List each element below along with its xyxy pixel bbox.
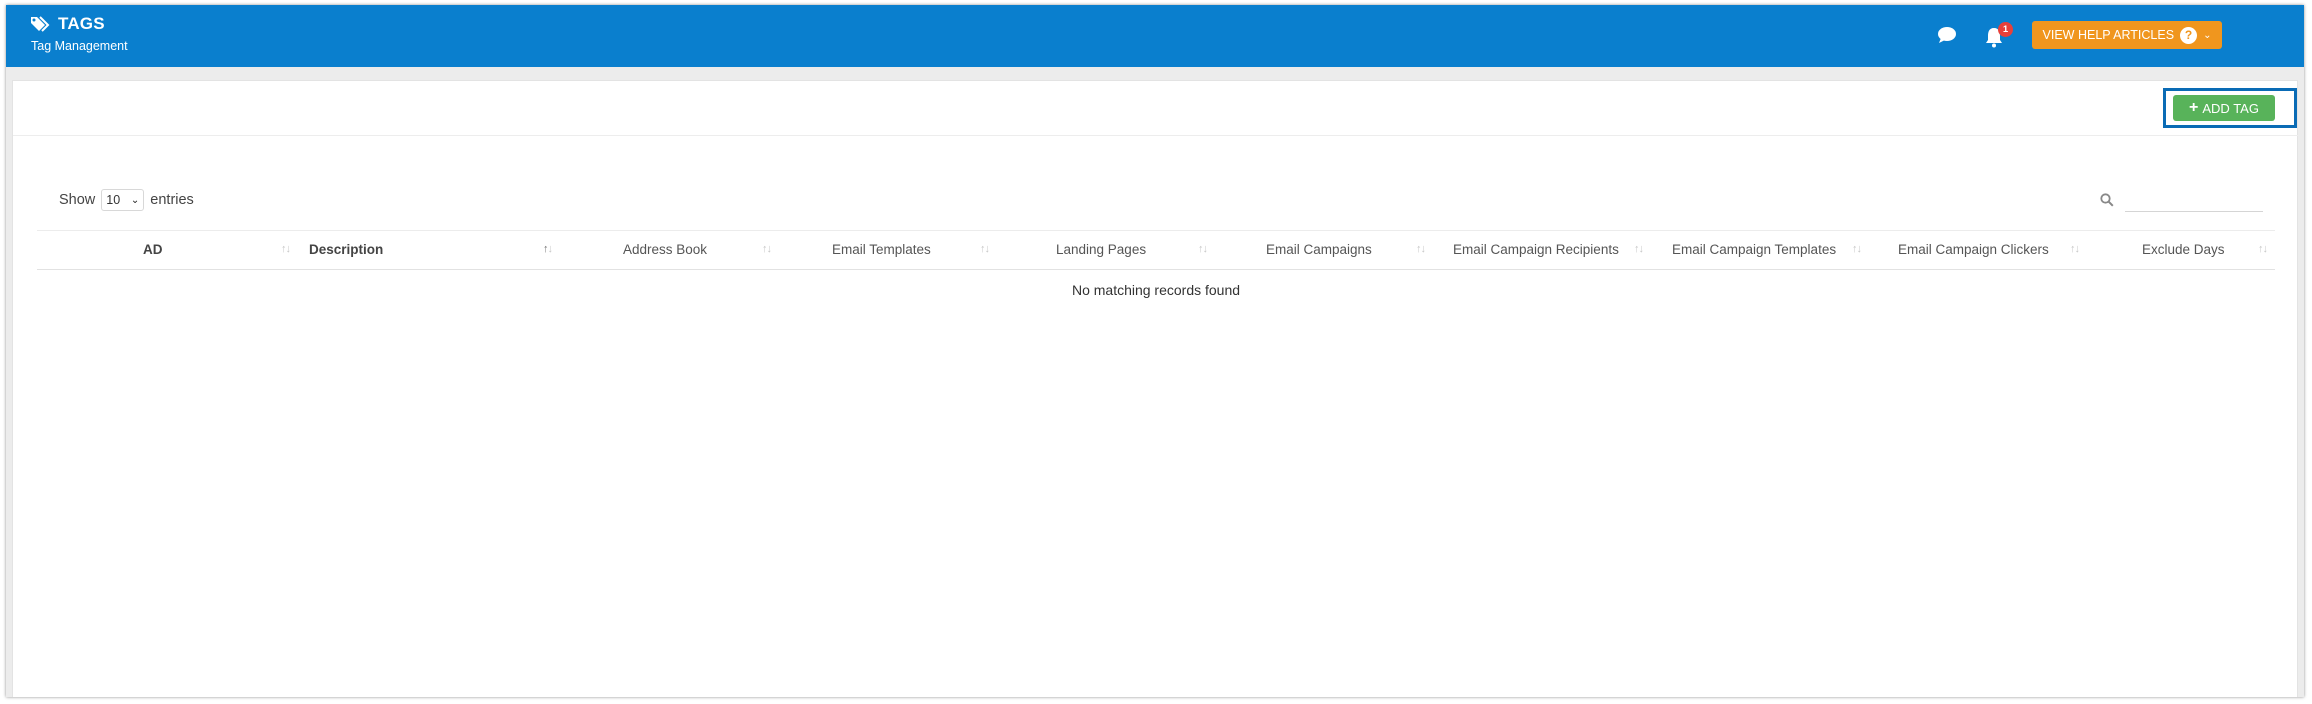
table-search: [2089, 188, 2263, 212]
empty-table-message: No matching records found: [1071, 282, 1241, 298]
column-header-email-campaign-clickers[interactable]: Email Campaign Clickers ↑↓: [1872, 231, 2090, 270]
tags-table: AD ↑↓ Description ↑↓ Address Book ↑↓ Ema…: [37, 230, 2275, 298]
top-header-bar: TAGS Tag Management 1 VIEW HELP ARTICLES…: [6, 5, 2304, 67]
sort-icon: ↑↓: [2070, 243, 2080, 255]
entries-length-control: Show 10 ⌄ entries: [59, 189, 194, 211]
column-header-exclude-days[interactable]: Exclude Days ↑↓: [2090, 231, 2275, 270]
sort-icon: ↑↓: [1198, 243, 1208, 255]
sort-icon: ↑↓: [1416, 243, 1426, 255]
notification-badge: 1: [1998, 22, 2013, 37]
column-header-email-campaign-recipients[interactable]: Email Campaign Recipients ↑↓: [1436, 231, 1654, 270]
chat-bubble-icon[interactable]: [1937, 26, 1957, 49]
plus-icon: +: [2189, 99, 2199, 116]
table-header: AD ↑↓ Description ↑↓ Address Book ↑↓ Ema…: [37, 230, 2275, 270]
view-help-articles-button[interactable]: VIEW HELP ARTICLES ? ⌄: [2032, 21, 2222, 49]
tags-card: + ADD TAG Show 10 ⌄ entries AD ↑↓ Descri…: [12, 80, 2299, 697]
page-subtitle: Tag Management: [31, 39, 128, 53]
entries-per-page-select[interactable]: 10 ⌄: [101, 189, 145, 211]
column-header-email-templates[interactable]: Email Templates ↑↓: [782, 231, 1000, 270]
tags-icon: [30, 15, 52, 33]
add-tag-label: ADD TAG: [2202, 100, 2259, 116]
search-input[interactable]: [2125, 188, 2263, 212]
sort-icon: ↑↓: [980, 243, 990, 255]
show-label: Show: [59, 192, 96, 208]
page-title-row: TAGS: [30, 14, 105, 34]
sort-icon: ↑↓: [762, 243, 772, 255]
sort-icon: ↑↓: [281, 243, 291, 255]
add-tag-button[interactable]: + ADD TAG: [2173, 95, 2275, 121]
sort-icon: ↑↓: [1634, 243, 1644, 255]
page-title: TAGS: [58, 14, 105, 33]
column-header-description[interactable]: Description ↑↓: [300, 231, 564, 270]
entries-per-page-value: 10: [106, 193, 121, 207]
chevron-down-icon: ⌄: [2203, 29, 2212, 41]
column-header-landing-pages[interactable]: Landing Pages ↑↓: [1000, 231, 1218, 270]
sort-asc-icon: ↑↓: [543, 243, 553, 255]
column-header-email-campaigns[interactable]: Email Campaigns ↑↓: [1218, 231, 1436, 270]
app-window: TAGS Tag Management 1 VIEW HELP ARTICLES…: [6, 5, 2304, 697]
search-icon: [2100, 193, 2114, 212]
question-icon: ?: [2180, 26, 2198, 44]
chevron-down-icon: ⌄: [130, 194, 140, 206]
entries-label: entries: [150, 192, 194, 208]
sort-icon: ↑↓: [1852, 243, 1862, 255]
notifications-button[interactable]: 1: [1984, 22, 2014, 51]
help-button-label: VIEW HELP ARTICLES: [2042, 28, 2175, 42]
screen: TAGS Tag Management 1 VIEW HELP ARTICLES…: [0, 0, 2312, 704]
column-header-address-book[interactable]: Address Book ↑↓: [564, 231, 782, 270]
column-header-ad[interactable]: AD ↑↓: [37, 231, 300, 270]
card-toolbar: + ADD TAG: [13, 81, 2299, 136]
sort-icon: ↑↓: [2258, 243, 2268, 255]
column-header-email-campaign-templates[interactable]: Email Campaign Templates ↑↓: [1654, 231, 1872, 270]
